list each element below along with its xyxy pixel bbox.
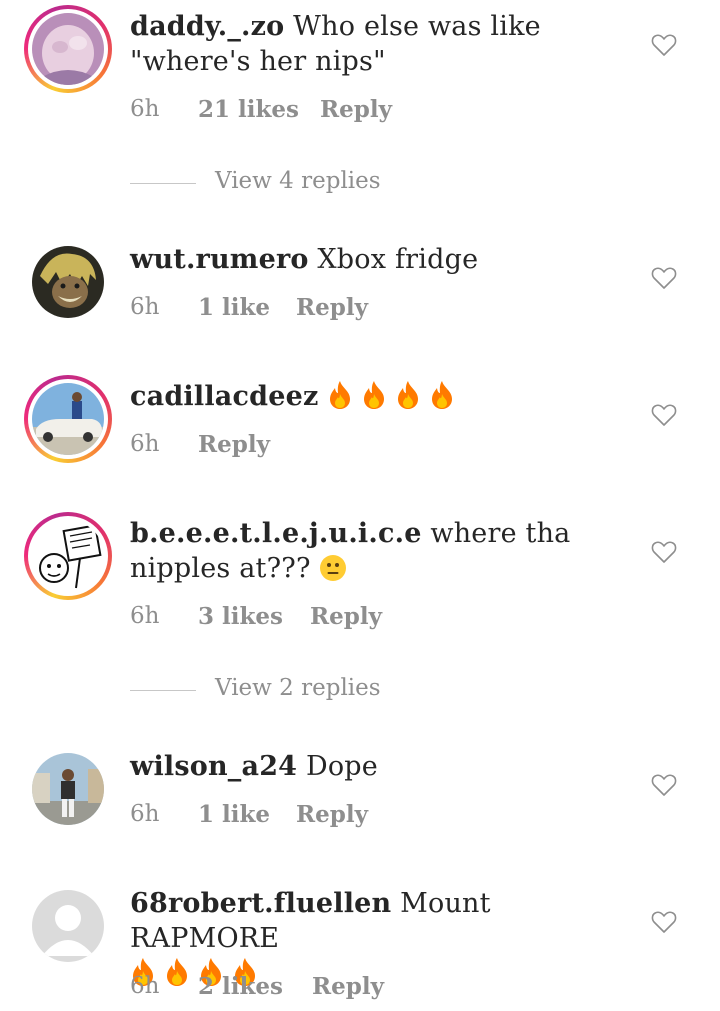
- comment-time: 6h: [130, 801, 160, 827]
- comment-text: wilson_a24 Dope: [130, 749, 630, 784]
- default-avatar-icon: [32, 890, 104, 962]
- avatar-image: [32, 383, 104, 455]
- avatar-image: [32, 246, 104, 318]
- comment-body: Xbox fridge: [317, 244, 479, 275]
- comment-username[interactable]: wut.rumero: [130, 244, 309, 275]
- reply-button[interactable]: Reply: [198, 431, 270, 458]
- avatar-image: [32, 753, 104, 825]
- likes-count[interactable]: 3 likes: [198, 603, 283, 630]
- likes-count[interactable]: 1 like: [198, 801, 270, 828]
- comment-text: daddy._.zo Who else was like "where's he…: [130, 9, 630, 79]
- comment-text: cadillacdeez: [130, 379, 630, 414]
- avatar[interactable]: [24, 375, 112, 463]
- comment-time: 6h: [130, 431, 160, 457]
- fire-emoji: [398, 381, 419, 409]
- view-replies-label: View 4 replies: [215, 168, 381, 194]
- reply-button[interactable]: Reply: [310, 603, 382, 630]
- reply-button[interactable]: Reply: [296, 801, 368, 828]
- likes-count[interactable]: 2 likes: [198, 973, 283, 1000]
- comment-username[interactable]: b.e.e.e.t.l.e.j.u.i.c.e: [130, 518, 422, 549]
- neutral-face-emoji: [320, 555, 347, 581]
- avatar-image: [32, 13, 104, 85]
- likes-count[interactable]: 1 like: [198, 294, 270, 321]
- reply-button[interactable]: Reply: [312, 973, 384, 1000]
- heart-outline-icon[interactable]: [651, 540, 677, 564]
- fire-emoji: [167, 958, 187, 986]
- heart-outline-icon[interactable]: [651, 910, 677, 934]
- heart-outline-icon[interactable]: [651, 403, 677, 427]
- heart-outline-icon[interactable]: [651, 266, 677, 290]
- comment-time: 6h: [130, 973, 160, 999]
- emoji-row: [327, 381, 463, 412]
- comment-time: 6h: [130, 603, 160, 629]
- avatar[interactable]: [24, 512, 112, 600]
- comment-text: b.e.e.e.t.l.e.j.u.i.c.e where tha nipple…: [130, 516, 630, 586]
- heart-outline-icon[interactable]: [651, 773, 677, 797]
- comment-username[interactable]: wilson_a24: [130, 751, 297, 782]
- fire-emoji: [432, 381, 453, 409]
- avatar[interactable]: [32, 753, 104, 825]
- divider-line: [130, 690, 196, 691]
- comment-text: wut.rumero Xbox fridge: [130, 242, 630, 277]
- avatar[interactable]: [32, 890, 104, 962]
- view-replies-label: View 2 replies: [215, 675, 381, 701]
- view-replies-button[interactable]: View 4 replies: [130, 168, 530, 198]
- avatar[interactable]: [32, 246, 104, 318]
- avatar-image: [32, 520, 104, 592]
- comment-username[interactable]: 68robert.fluellen: [130, 888, 391, 919]
- comment-time: 6h: [130, 294, 160, 320]
- fire-emoji: [330, 381, 351, 409]
- comment-time: 6h: [130, 96, 160, 122]
- reply-button[interactable]: Reply: [320, 96, 392, 123]
- reply-button[interactable]: Reply: [296, 294, 368, 321]
- likes-count[interactable]: 21 likes: [198, 96, 299, 123]
- view-replies-button[interactable]: View 2 replies: [130, 675, 530, 705]
- comment-username[interactable]: daddy._.zo: [130, 11, 284, 42]
- comment-username[interactable]: cadillacdeez: [130, 381, 319, 412]
- comment-body: Dope: [305, 751, 378, 782]
- avatar[interactable]: [24, 5, 112, 93]
- divider-line: [130, 183, 196, 184]
- heart-outline-icon[interactable]: [651, 33, 677, 57]
- fire-emoji: [364, 381, 385, 409]
